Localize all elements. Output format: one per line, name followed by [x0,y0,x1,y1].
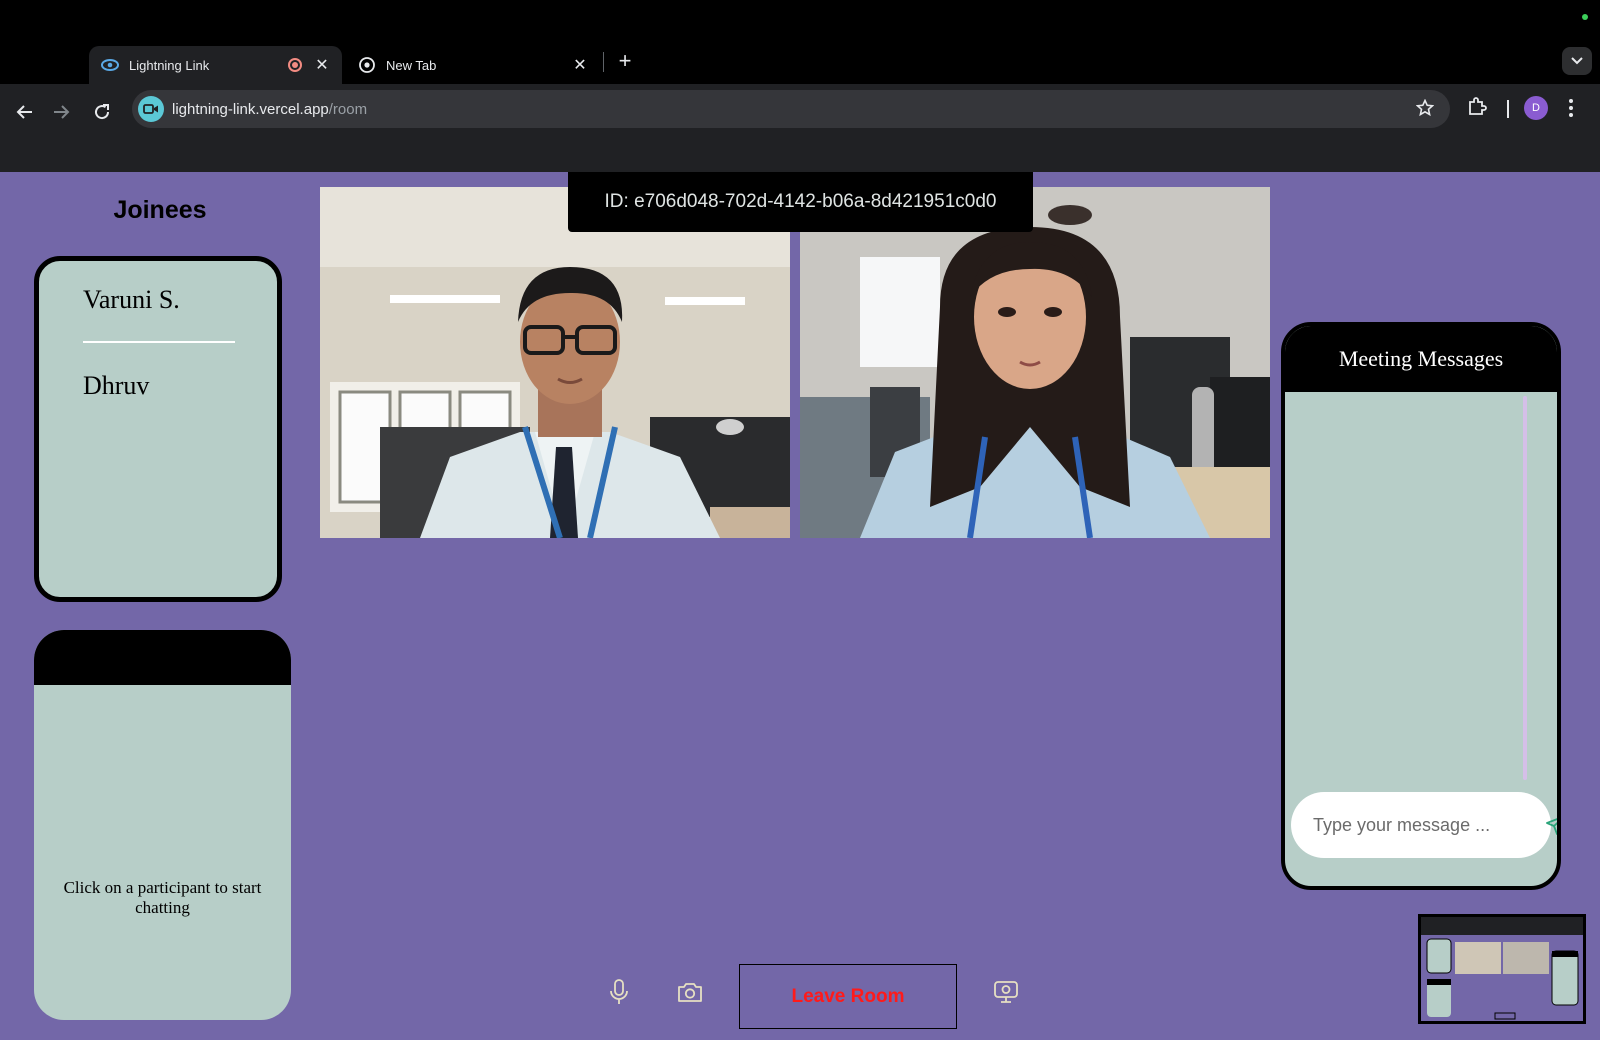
joinee-item[interactable]: Varuni S. [83,285,180,315]
meeting-messages-title: Meeting Messages [1285,326,1557,392]
close-tab-icon[interactable]: ✕ [572,57,588,74]
tab-title: New Tab [386,57,437,73]
new-tab-plus-icon[interactable]: + [612,48,638,74]
screen-share-icon[interactable] [992,978,1020,1006]
browser-tab-strip: Lightning Link ✕ New Tab ✕ + [0,0,1600,84]
bookmark-star-icon[interactable] [1415,98,1435,122]
url-host: lightning-link.vercel.app [172,100,329,118]
tab-title: Lightning Link [129,57,210,73]
tab-search-chevron-icon[interactable] [1562,47,1592,75]
chrome-icon [358,56,376,74]
profile-avatar[interactable]: D [1524,96,1548,120]
recording-dot-icon [1582,14,1588,20]
mic-icon[interactable] [605,978,633,1006]
eye-icon [101,56,119,74]
reload-icon[interactable] [88,98,116,126]
joinees-list: Varuni S. Dhruv [34,256,282,602]
joinee-item[interactable]: Dhruv [83,371,149,401]
url-text: lightning-link.vercel.app/room [172,101,367,118]
forward-arrow-icon[interactable] [48,98,76,126]
send-icon[interactable] [1545,811,1557,839]
private-chat-panel: Click on a participant to start chatting [34,630,291,1020]
video-tile-participant-2 [800,187,1270,538]
joinees-heading: Joinees [113,196,207,224]
participant-1-video [320,187,790,538]
video-tile-participant-1 [320,187,790,538]
meeting-messages-panel: Meeting Messages [1281,322,1561,890]
recording-indicator-icon [288,58,302,72]
message-input[interactable] [1313,814,1545,836]
url-path: /room [328,100,368,118]
close-tab-icon[interactable]: ✕ [314,57,330,74]
tab-lightning-link[interactable]: Lightning Link ✕ [89,46,342,84]
private-chat-header [34,630,291,685]
toolbar-divider [1507,100,1509,118]
tab-new-tab[interactable]: New Tab ✕ [346,46,600,84]
address-bar[interactable]: lightning-link.vercel.app/room [132,90,1450,128]
back-arrow-icon[interactable] [10,98,38,126]
camera-icon[interactable] [676,978,704,1006]
preview-thumbnail-image [1421,917,1583,1021]
browser-menu-icon[interactable] [1568,98,1574,123]
extensions-puzzle-icon[interactable] [1466,95,1488,122]
private-chat-hint: Click on a participant to start chatting [63,878,262,917]
messages-scrollbar[interactable] [1523,396,1527,780]
participant-2-video [800,187,1270,538]
site-video-icon [138,96,164,122]
tab-divider [603,52,604,72]
leave-room-button[interactable]: Leave Room [739,964,957,1029]
meeting-id-banner: ID: e706d048-702d-4142-b06a-8d421951c0d0 [568,172,1033,232]
screen-share-preview[interactable] [1418,914,1586,1024]
room-page: Joinees Varuni S. Dhruv Click on a parti… [0,172,1600,1040]
joinee-divider [83,341,235,343]
message-input-container [1291,792,1557,858]
